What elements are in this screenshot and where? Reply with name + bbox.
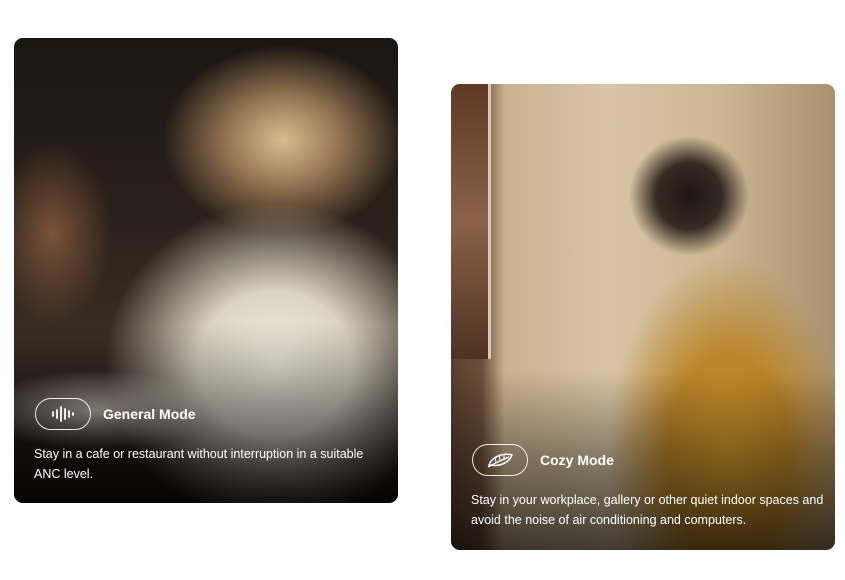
cozy-mode-description: Stay in your workplace, gallery or other…	[471, 493, 824, 527]
cozy-mode-title: Cozy Mode	[540, 452, 614, 468]
general-mode-header: General Mode	[35, 398, 196, 430]
cozy-mode-header: Cozy Mode	[472, 444, 614, 476]
leaf-icon	[472, 444, 528, 476]
general-mode-description: Stay in a cafe or restaurant without int…	[34, 447, 364, 481]
sound-wave-icon	[35, 398, 91, 430]
cozy-mode-card: Cozy Mode Stay in your workplace, galler…	[451, 84, 835, 550]
general-mode-card: General Mode Stay in a cafe or restauran…	[14, 38, 398, 503]
general-mode-title: General Mode	[103, 406, 196, 422]
picture-frame	[451, 84, 491, 359]
